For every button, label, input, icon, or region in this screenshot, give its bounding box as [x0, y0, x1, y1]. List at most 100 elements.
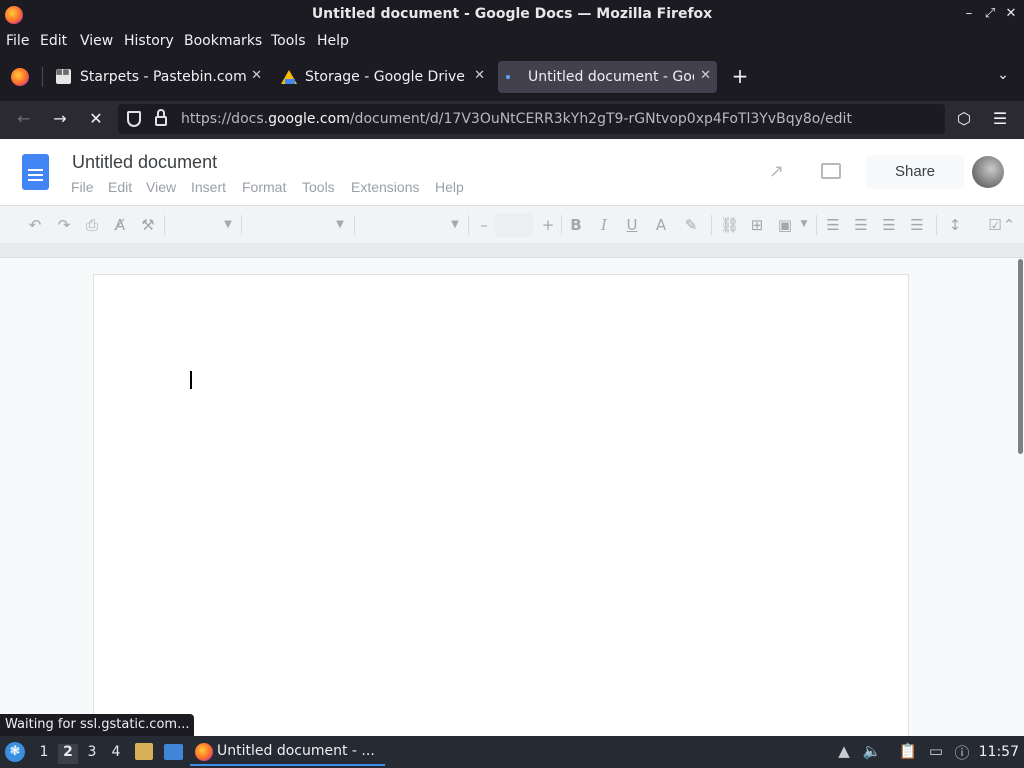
window-titlebar: Untitled document - Google Docs — Mozill… [0, 0, 1024, 29]
app-menu-icon[interactable]: ☰ [989, 109, 1011, 131]
close-tab-icon[interactable]: ✕ [474, 68, 485, 83]
close-tab-icon[interactable]: ✕ [251, 68, 262, 83]
tab-label: Untitled document - Goo [528, 69, 694, 85]
highlight-icon[interactable]: ✎ [682, 216, 700, 234]
maximize-button[interactable]: ⤢ [983, 6, 997, 22]
toolbar-separator [816, 215, 817, 235]
image-dropdown-chevron-icon[interactable]: ▼ [795, 219, 813, 229]
decrease-font-size-icon[interactable]: – [475, 216, 493, 234]
address-bar[interactable]: https://docs.google.com/document/d/17V3O… [118, 104, 945, 134]
docs-menu-file[interactable]: File [71, 179, 94, 195]
close-window-button[interactable]: ✕ [1004, 6, 1018, 22]
activity-trend-icon[interactable]: ↗ [769, 161, 784, 182]
workspace-4[interactable]: 4 [106, 744, 126, 764]
share-label: Share [895, 163, 936, 180]
workspace-3[interactable]: 3 [82, 744, 102, 764]
font-size-field[interactable] [495, 213, 533, 237]
volume-icon[interactable]: 🔈 [862, 742, 882, 762]
close-tab-icon[interactable]: ✕ [700, 68, 711, 83]
bold-icon[interactable]: B [567, 216, 585, 234]
redo-icon[interactable]: ↷ [55, 216, 73, 234]
back-button[interactable]: ← [13, 109, 35, 131]
collapse-toolbar-chevron-icon[interactable]: ⌃ [1000, 216, 1018, 234]
docs-menu-extensions[interactable]: Extensions [351, 179, 419, 195]
toolbar-separator [468, 215, 469, 235]
tab-pastebin[interactable]: ▦▦ Starpets - Pastebin.com ✕ [50, 61, 268, 93]
tab-separator [42, 67, 43, 87]
notification-icon[interactable]: ⓘ [952, 742, 972, 762]
undo-icon[interactable]: ↶ [26, 216, 44, 234]
tab-google-docs[interactable]: Untitled document - Goo ✕ [498, 61, 717, 93]
network-icon[interactable]: ▭ [926, 742, 946, 762]
minimize-button[interactable]: – [962, 6, 976, 22]
comments-icon[interactable] [821, 163, 841, 179]
zoom-dropdown-chevron-icon[interactable]: ▼ [219, 219, 237, 230]
italic-icon[interactable]: I [595, 216, 613, 234]
clipboard-icon[interactable]: 📋 [898, 742, 918, 762]
stop-loading-button[interactable]: ✕ [85, 109, 107, 131]
docs-menu-tools[interactable]: Tools [302, 179, 335, 195]
align-left-icon[interactable]: ☰ [824, 216, 842, 234]
increase-font-size-icon[interactable]: + [539, 216, 557, 234]
menu-bookmarks[interactable]: Bookmarks [184, 33, 262, 49]
toolbar-separator [354, 215, 355, 235]
line-spacing-icon[interactable]: ↕ [946, 216, 964, 234]
document-title[interactable]: Untitled document [72, 152, 217, 173]
tab-label: Storage - Google Drive [305, 69, 465, 85]
docs-toolbar: ↶ ↷ ⎙ A̸ ⚒ ▼ ▼ ▼ – + B I U A ✎ ⛓ ⊞ ▣ ▼ ☰… [0, 205, 1024, 243]
justify-icon[interactable]: ☰ [908, 216, 926, 234]
tab-google-drive[interactable]: Storage - Google Drive ✕ [275, 61, 491, 93]
list-all-tabs-icon[interactable]: ⌄ [994, 67, 1012, 85]
print-icon[interactable]: ⎙ [83, 216, 101, 234]
text-color-icon[interactable]: A [652, 216, 670, 234]
avatar[interactable] [972, 156, 1004, 188]
taskbar-firefox-task[interactable]: Untitled document - ... [190, 738, 385, 766]
docs-logo-icon[interactable] [22, 154, 49, 190]
spellcheck-icon[interactable]: A̸ [111, 216, 129, 234]
docs-menu-edit[interactable]: Edit [108, 179, 132, 195]
add-comment-icon[interactable]: ⊞ [748, 216, 766, 234]
menu-history[interactable]: History [124, 33, 174, 49]
docs-menu-view[interactable]: View [146, 179, 176, 195]
menu-help[interactable]: Help [317, 33, 349, 49]
docs-menu-format[interactable]: Format [242, 179, 286, 195]
docs-menu-help[interactable]: Help [435, 179, 464, 195]
style-dropdown-chevron-icon[interactable]: ▼ [331, 219, 349, 230]
firefox-view-icon[interactable] [11, 68, 29, 86]
tracking-shield-icon[interactable] [127, 111, 141, 127]
menu-tools[interactable]: Tools [271, 33, 306, 49]
docs-logo-lines [28, 169, 43, 171]
toolbar-separator [164, 215, 165, 235]
window-title: Untitled document - Google Docs — Mozill… [311, 6, 713, 22]
share-button[interactable]: Share [866, 155, 964, 189]
url-text[interactable]: https://docs.google.com/document/d/17V3O… [181, 111, 852, 127]
vertical-scrollbar[interactable] [1018, 259, 1023, 454]
upload-tray-icon[interactable]: ▲ [834, 742, 854, 762]
file-manager-icon[interactable] [135, 743, 153, 760]
menu-view[interactable]: View [80, 33, 113, 49]
menu-file[interactable]: File [6, 33, 29, 49]
clock: 11:57 [978, 744, 1019, 760]
workspace-1[interactable]: 1 [34, 744, 54, 764]
insert-link-icon[interactable]: ⛓ [720, 216, 739, 234]
docs-menu-insert[interactable]: Insert [191, 179, 226, 195]
toolbar-separator [711, 215, 712, 235]
loading-dot-icon [506, 75, 510, 79]
extensions-icon[interactable]: ⬡ [953, 109, 975, 131]
tab-label: Starpets - Pastebin.com [80, 69, 247, 85]
forward-button[interactable]: → [49, 109, 71, 131]
document-page[interactable] [93, 274, 909, 744]
align-center-icon[interactable]: ☰ [852, 216, 870, 234]
start-menu-icon[interactable]: ❃ [5, 742, 25, 762]
font-dropdown-chevron-icon[interactable]: ▼ [446, 219, 464, 230]
workspace-2[interactable]: 2 [58, 744, 78, 764]
insert-image-icon[interactable]: ▣ [776, 216, 794, 234]
align-right-icon[interactable]: ☰ [880, 216, 898, 234]
underline-icon[interactable]: U [623, 216, 641, 234]
new-tab-button[interactable]: + [731, 66, 749, 86]
menu-edit[interactable]: Edit [40, 33, 67, 49]
menubar: File Edit View History Bookmarks Tools H… [0, 29, 1024, 53]
toolbar-separator [936, 215, 937, 235]
show-desktop-icon[interactable] [164, 744, 183, 760]
paint-format-icon[interactable]: ⚒ [139, 216, 157, 234]
